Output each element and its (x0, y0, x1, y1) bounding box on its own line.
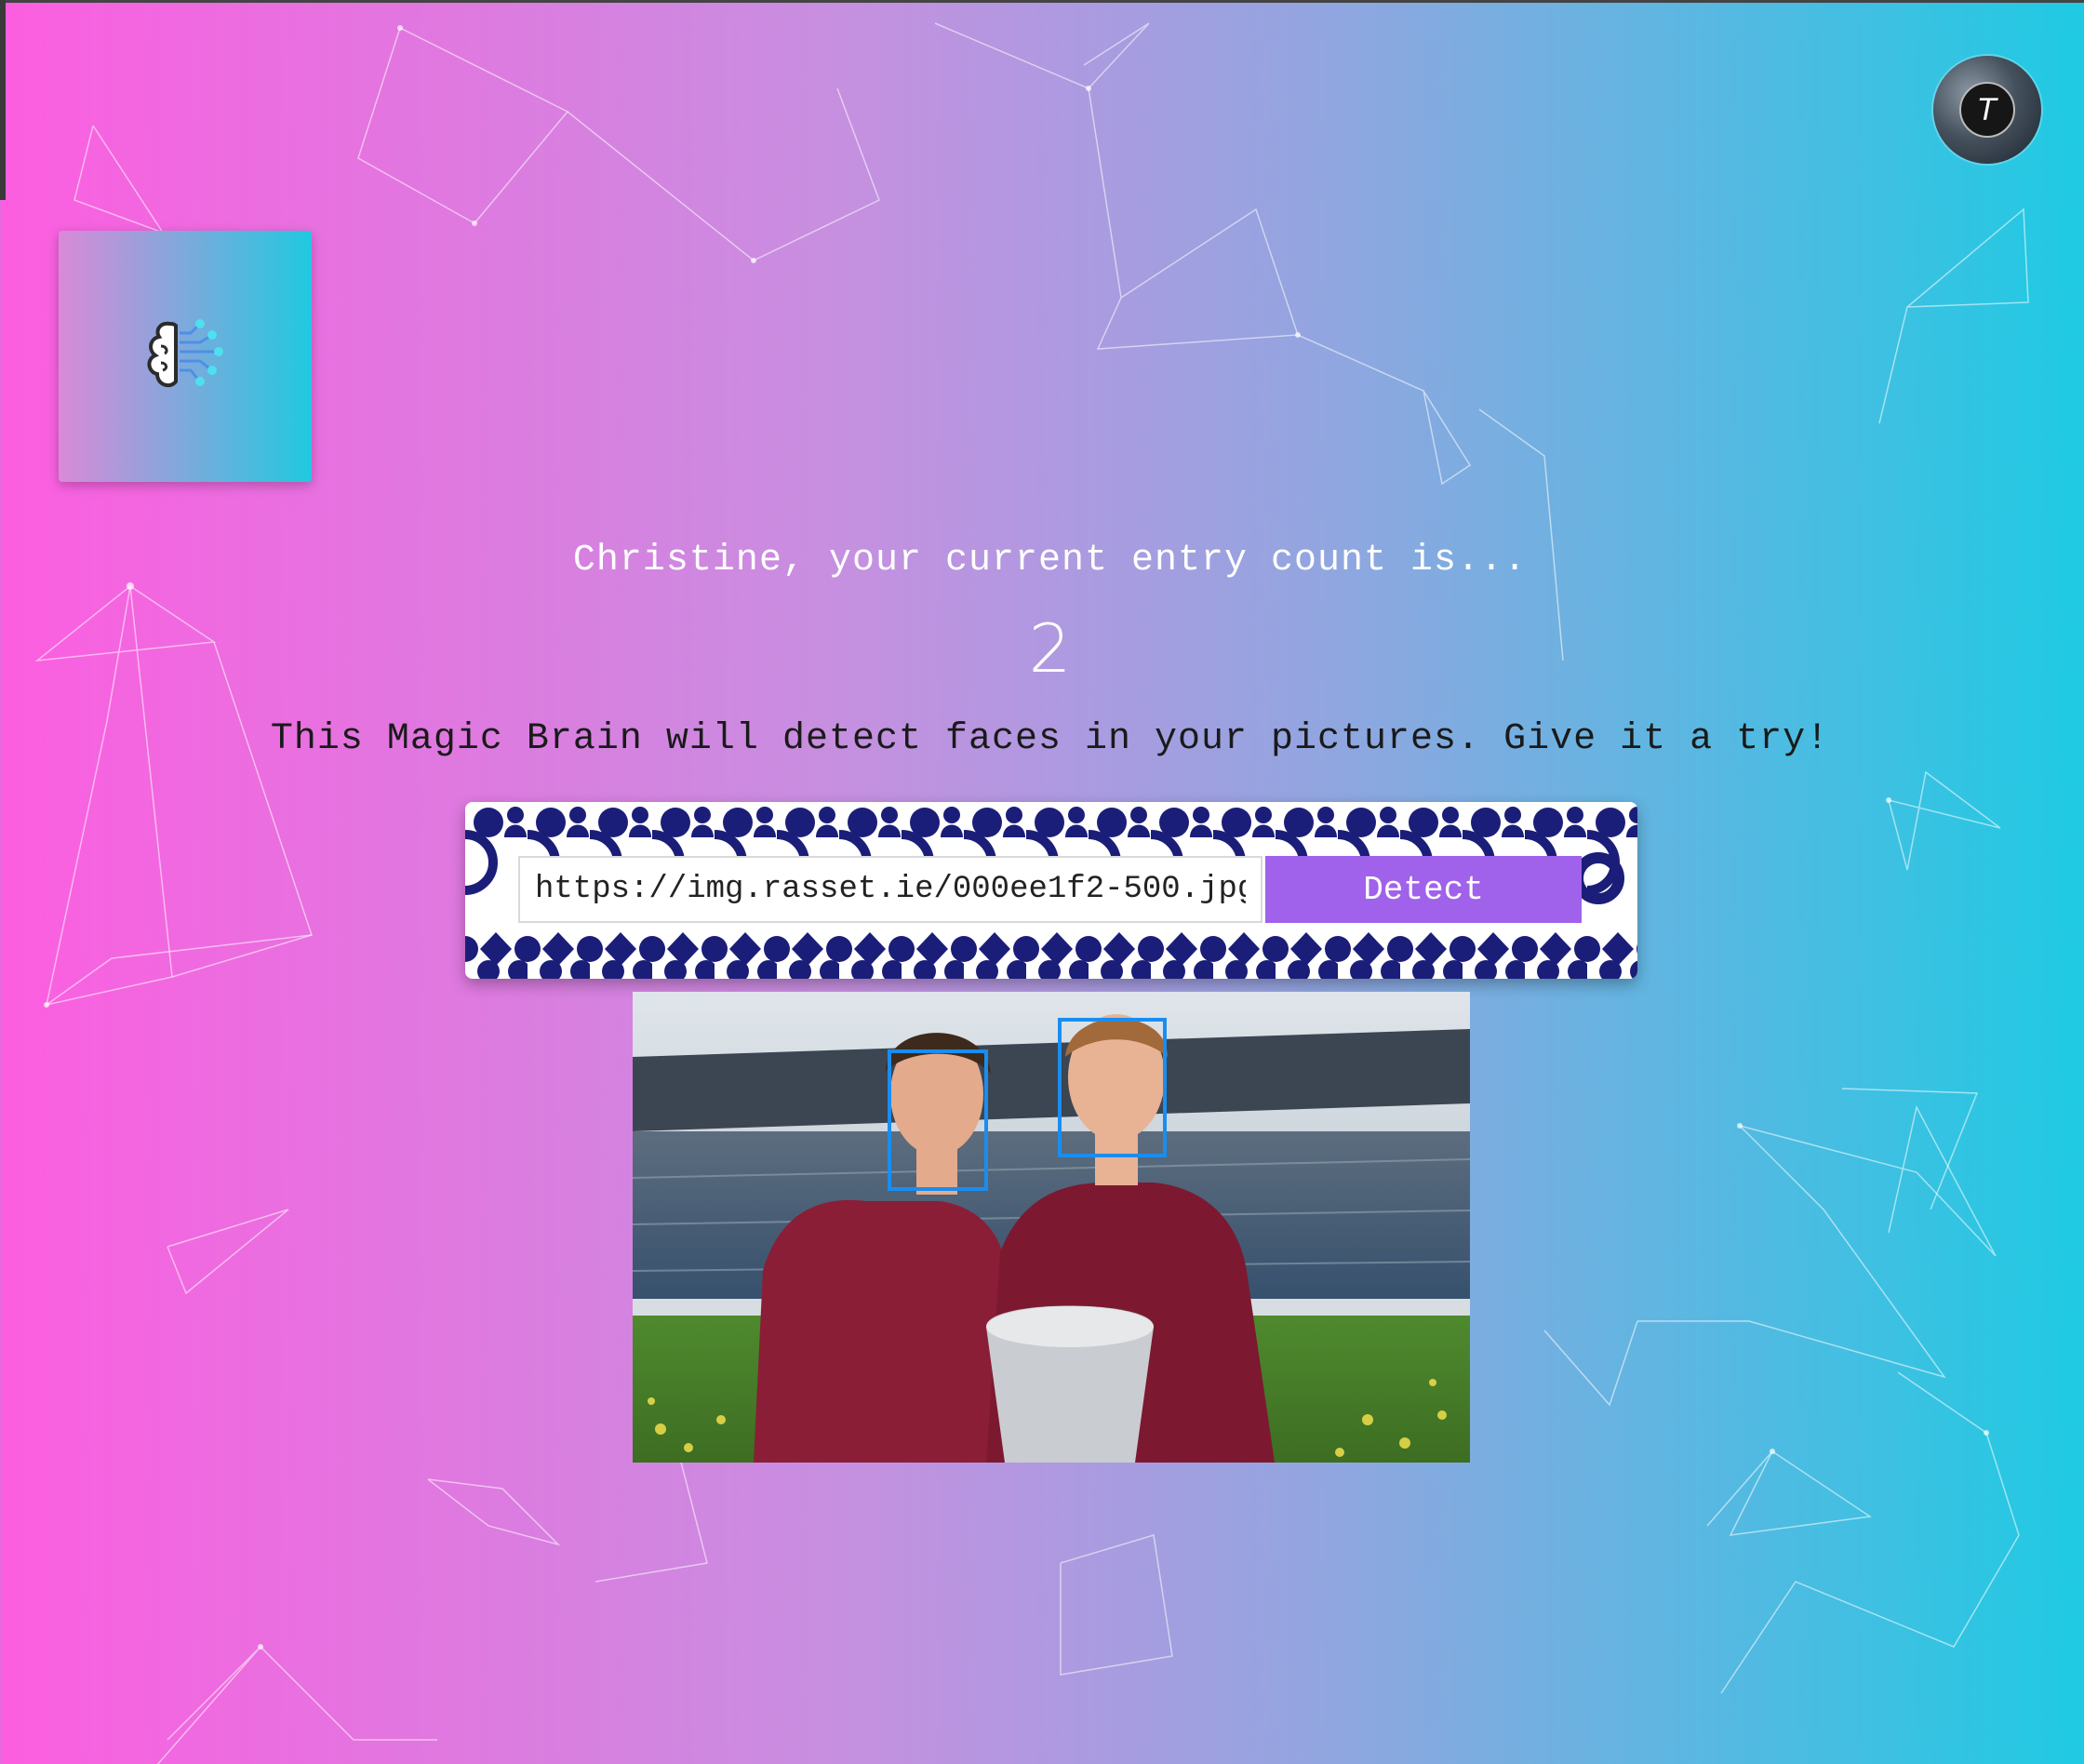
window-left-edge (0, 0, 6, 200)
photo-illustration (633, 992, 1470, 1463)
image-url-input[interactable] (518, 856, 1262, 923)
uploaded-photo (633, 992, 1470, 1463)
avatar-letter: T (1978, 92, 1997, 127)
app-logo[interactable] (59, 231, 312, 482)
detect-button[interactable]: Detect (1265, 856, 1582, 923)
entry-count-greeting: Christine, your current entry count is..… (572, 540, 1528, 581)
brain-circuit-icon (147, 319, 223, 388)
avatar-badge: T (1959, 82, 2015, 138)
image-link-form: Detect (465, 802, 1637, 979)
entry-count-value: 2 (1028, 609, 1072, 688)
app-description: This Magic Brain will detect faces in yo… (270, 718, 1830, 760)
profile-avatar[interactable]: T (1933, 56, 2041, 164)
window-top-edge (0, 0, 2084, 3)
